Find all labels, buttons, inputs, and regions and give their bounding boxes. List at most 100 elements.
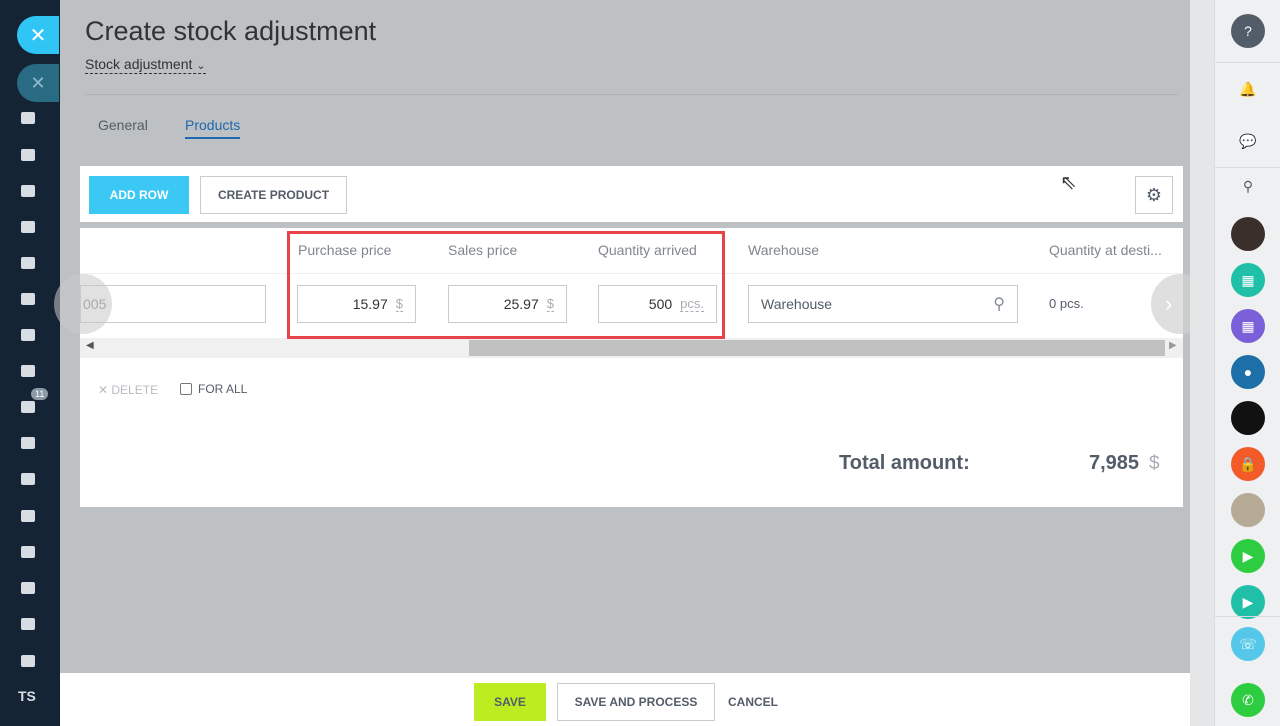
create-product-button[interactable]: CREATE PRODUCT	[200, 176, 347, 214]
settings-button[interactable]: ⚙	[1135, 176, 1173, 214]
drive-icon	[21, 257, 35, 269]
close-slider-button-secondary[interactable]: ✕	[17, 64, 59, 102]
sidebar-item-automation[interactable]	[17, 577, 39, 599]
checkbox-box[interactable]	[180, 383, 192, 395]
save-and-process-button[interactable]: SAVE AND PROCESS	[557, 683, 715, 721]
calendar-icon	[21, 185, 35, 197]
calendar-icon[interactable]: ▦	[1231, 309, 1265, 343]
sidebar-item-contacts[interactable]	[17, 541, 39, 563]
sidebar-item-marketing[interactable]	[17, 432, 39, 454]
cube-icon	[21, 655, 35, 667]
chat-icon	[21, 149, 35, 161]
sidebar-item-mail[interactable]	[17, 288, 39, 310]
page-title: Create stock adjustment	[85, 16, 377, 46]
sidebar-item-drive[interactable]	[17, 252, 39, 274]
document-icon	[21, 221, 35, 233]
sidebar-item-apps[interactable]	[17, 650, 39, 672]
sidebar-item-crm[interactable]: 11	[17, 388, 49, 418]
scroll-right-arrow-icon[interactable]: ▶	[1169, 340, 1177, 351]
quantity-destination-value: 0 pcs.	[1049, 296, 1084, 311]
sidebar-item-groups[interactable]	[17, 324, 39, 346]
delete-label: DELETE	[111, 383, 159, 397]
sales-price-field[interactable]: 25.97 $	[448, 285, 567, 323]
mouse-cursor-icon: ⇖	[1060, 172, 1077, 194]
close-slider-button[interactable]: ✕	[17, 16, 59, 54]
divider	[1215, 62, 1280, 63]
column-header-warehouse: Warehouse	[748, 242, 820, 258]
warehouse-field[interactable]: Warehouse ⚲	[748, 285, 1018, 323]
total-amount-value: 7,985	[1089, 452, 1140, 474]
phone-transfer-icon[interactable]: ☏	[1231, 627, 1265, 661]
sales-currency-selector[interactable]: $	[546, 296, 554, 312]
sidebar-item-chat[interactable]	[17, 144, 39, 166]
delete-button[interactable]: ✕ DELETE	[98, 383, 158, 397]
divider	[1215, 616, 1280, 617]
document-type-selector[interactable]: Stock adjustment ⌄	[85, 56, 206, 74]
total-amount-label: Total amount:	[839, 452, 970, 474]
contact-card-icon	[21, 546, 35, 558]
sales-price-value: 25.97	[503, 296, 539, 312]
avatar[interactable]	[1231, 401, 1265, 435]
save-button[interactable]: SAVE	[474, 683, 546, 721]
tab-products[interactable]: Products	[185, 117, 241, 139]
mail-icon	[21, 293, 35, 305]
warehouse-placeholder: Warehouse	[761, 296, 833, 312]
left-sidebar: ✕ ✕ 11 TS	[0, 0, 60, 726]
sidebar-item-calendar[interactable]	[17, 180, 39, 202]
scroll-left-arrow-icon[interactable]: ◀	[86, 340, 94, 351]
video-call-icon[interactable]: ▶	[1231, 539, 1265, 573]
scrollbar-thumb[interactable]	[469, 340, 1165, 356]
avatar[interactable]	[1231, 217, 1265, 251]
quantity-value: 500	[648, 296, 673, 312]
lock-icon[interactable]: 🔒	[1231, 447, 1265, 481]
sidebar-item-tasks[interactable]	[17, 360, 39, 382]
divider	[85, 94, 1178, 95]
column-header-quantity-destination: Quantity at desti...	[1049, 242, 1162, 258]
cancel-button[interactable]: CANCEL	[728, 695, 778, 709]
close-icon: ✕	[29, 24, 47, 47]
column-header-purchase-price: Purchase price	[298, 242, 392, 258]
chevron-down-icon: ⌄	[196, 60, 206, 72]
tab-general[interactable]: General	[98, 117, 148, 133]
sidebar-item-inventory[interactable]	[17, 613, 39, 635]
products-panel: ADD ROW CREATE PRODUCT ⚙ Purchase price …	[54, 166, 1209, 507]
box-icon	[21, 618, 35, 630]
quantity-unit-selector[interactable]: pcs.	[680, 296, 704, 312]
right-sidebar: ? 🔔 💬 ⚲ ▦ ▦ ● 🔒 ▶ ▶ ☏ ✆	[1214, 0, 1280, 726]
feed-icon	[21, 112, 35, 124]
calendar-icon[interactable]: ▦	[1231, 263, 1265, 297]
search-icon[interactable]: ⚲	[993, 294, 1005, 314]
filter-icon	[21, 401, 35, 413]
close-icon: ✕	[98, 383, 112, 397]
toolbar-separator	[80, 222, 1183, 228]
add-row-button[interactable]: ADD ROW	[89, 176, 189, 214]
window-icon	[21, 473, 35, 485]
sidebar-item-sites[interactable]	[17, 468, 39, 490]
bell-icon[interactable]: 🔔	[1231, 72, 1265, 106]
purchase-price-field[interactable]: 15.97 $	[297, 285, 416, 323]
video-call-icon[interactable]: ▶	[1231, 585, 1265, 619]
group-chat-icon[interactable]: ●	[1231, 355, 1265, 389]
cart-icon	[21, 510, 35, 522]
for-all-checkbox[interactable]: FOR ALL	[180, 382, 247, 396]
crm-badge: 11	[31, 388, 49, 400]
close-icon: ✕	[30, 72, 46, 93]
search-icon[interactable]: ⚲	[1231, 169, 1265, 203]
avatar[interactable]	[1231, 493, 1265, 527]
help-icon[interactable]: ?	[1231, 14, 1265, 48]
sidebar-item-feed[interactable]	[17, 107, 39, 129]
sidebar-item-documents[interactable]	[17, 216, 39, 238]
phone-icon[interactable]: ✆	[1231, 683, 1265, 717]
purchase-currency-selector[interactable]: $	[395, 296, 403, 312]
sync-icon	[21, 582, 35, 594]
user-initials[interactable]: TS	[18, 688, 36, 704]
chevron-right-icon: ›	[1165, 291, 1173, 316]
tasks-icon	[21, 365, 35, 377]
footer-bar: SAVE SAVE AND PROCESS CANCEL	[60, 673, 1190, 726]
sidebar-item-store[interactable]	[17, 505, 39, 527]
purchase-price-value: 15.97	[352, 296, 388, 312]
quantity-field[interactable]: 500 pcs.	[598, 285, 717, 323]
chat-icon[interactable]: 💬	[1231, 124, 1265, 158]
scroll-left-button[interactable]	[54, 274, 112, 334]
target-icon	[21, 437, 35, 449]
